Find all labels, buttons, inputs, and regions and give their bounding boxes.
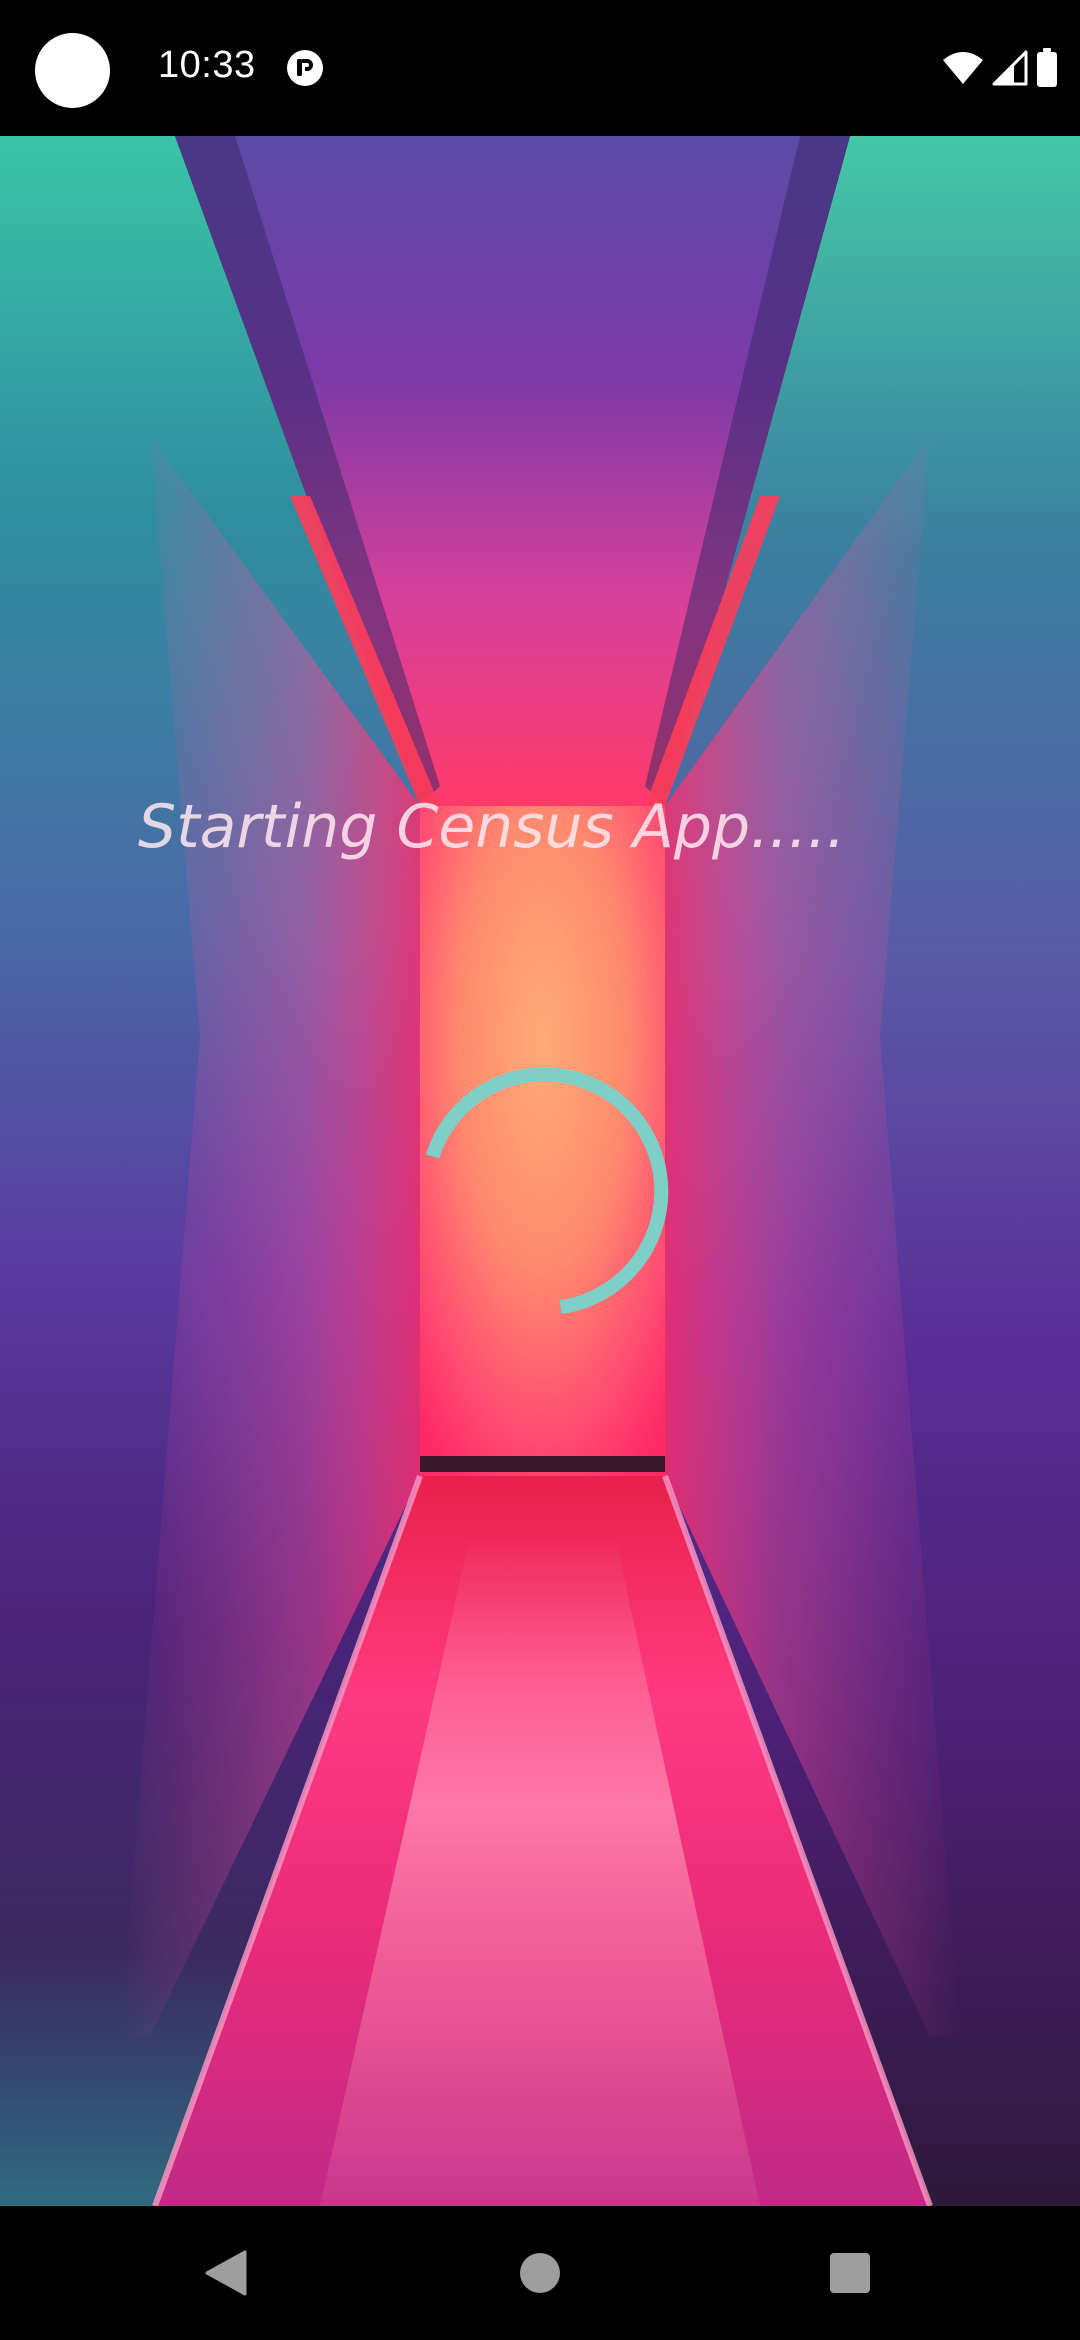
recents-button[interactable]	[770, 2206, 930, 2340]
cell-signal-icon	[992, 50, 1028, 86]
recents-square-icon	[830, 2253, 870, 2293]
home-button[interactable]	[460, 2206, 620, 2340]
battery-icon	[1037, 48, 1057, 87]
back-triangle-icon	[205, 2250, 247, 2296]
back-button[interactable]	[146, 2206, 306, 2340]
status-bar: 10:33	[0, 0, 1080, 136]
status-icons	[942, 46, 1058, 90]
status-time: 10:33	[158, 44, 256, 86]
loading-spinner	[425, 1067, 669, 1315]
front-camera-cutout	[35, 33, 110, 108]
splash-screen: Starting Census App.....	[0, 136, 1080, 2206]
home-circle-icon	[520, 2253, 560, 2293]
phone-screen: 10:33 Starting Census App.....	[0, 0, 1080, 2340]
app-notification-icon	[287, 50, 323, 86]
wifi-icon	[943, 52, 983, 84]
system-navigation-bar	[0, 2206, 1080, 2340]
loading-message: Starting Census App.....	[138, 792, 846, 862]
